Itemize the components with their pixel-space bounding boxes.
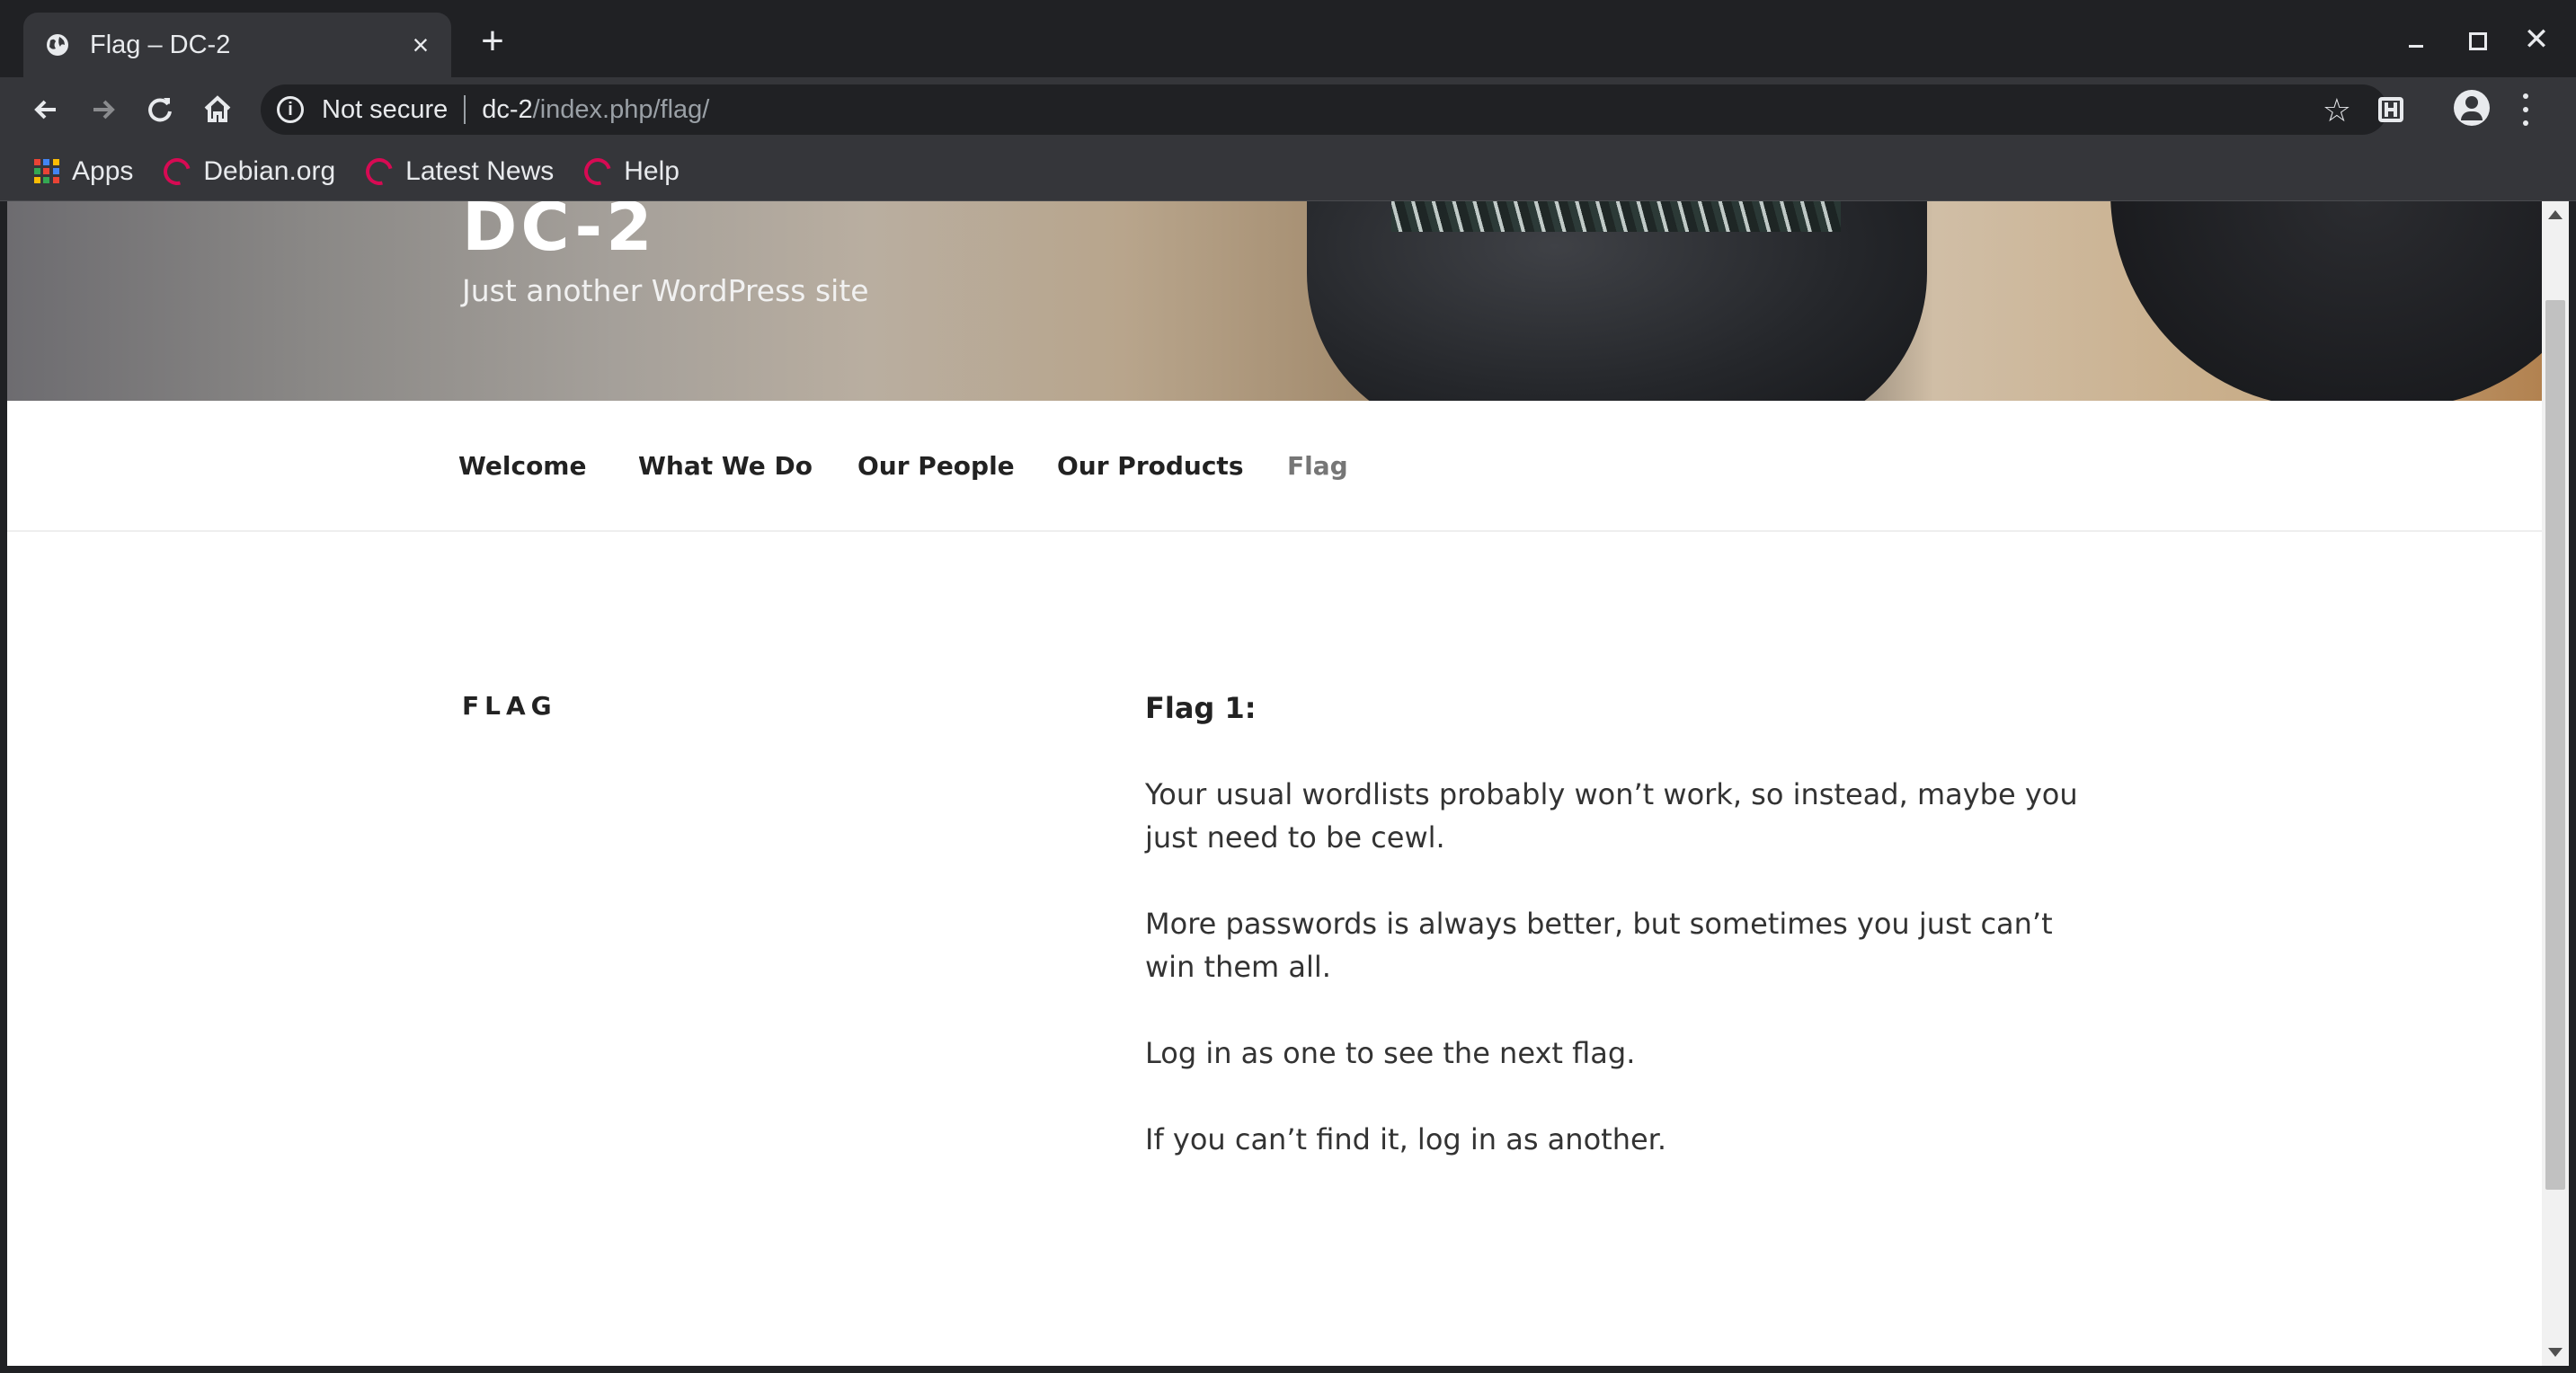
page-title: FLAG (462, 691, 557, 721)
window-close-button[interactable]: ✕ (2509, 18, 2563, 63)
header-pot-decoration (1307, 201, 1927, 435)
new-tab-button[interactable]: + (473, 22, 512, 63)
browser-titlebar: Flag – DC-2 × + ✕ (0, 0, 2576, 77)
scroll-down-icon[interactable] (2548, 1348, 2563, 1357)
content-paragraph: Log in as one to see the next flag. (1145, 1036, 1636, 1070)
bookmark-label: Latest News (405, 155, 555, 186)
minimize-button[interactable] (2389, 18, 2443, 63)
bookmark-label: Apps (72, 155, 134, 186)
window-bottom-edge (0, 1366, 2576, 1373)
bookmark-debian[interactable]: Debian.org (158, 153, 336, 190)
scrollbar-thumb[interactable] (2545, 300, 2565, 1190)
profile-icon[interactable] (2454, 90, 2490, 126)
content-paragraph: If you can’t find it, log in as another. (1145, 1122, 1667, 1156)
content-paragraph: More passwords is always better, but som… (1145, 907, 2053, 984)
header-pot-decoration (2110, 201, 2542, 408)
site-title[interactable]: DC-2 (462, 201, 656, 266)
nav-item-what-we-do[interactable]: What We Do (638, 451, 813, 481)
tab-close-icon[interactable]: × (403, 29, 439, 62)
nav-item-our-products[interactable]: Our Products (1057, 451, 1243, 481)
content-paragraph: Your usual wordlists probably won’t work… (1145, 777, 2078, 855)
back-icon[interactable] (27, 90, 67, 129)
browser-toolbar: i Not secure dc-2/index.php/flag/ ☆ (0, 77, 2576, 142)
url-path: /index.php/flag/ (532, 94, 710, 124)
debian-icon (579, 153, 617, 190)
page-viewport: DC-2 Just another WordPress site Welcome… (7, 201, 2542, 1366)
page-scrollbar[interactable] (2542, 201, 2569, 1366)
nav-item-flag[interactable]: Flag (1287, 451, 1348, 481)
header-plant-decoration (1391, 201, 1841, 232)
forward-icon[interactable] (83, 90, 122, 129)
apps-grid-icon (34, 158, 59, 184)
home-icon[interactable] (198, 90, 237, 129)
browser-tab[interactable]: Flag – DC-2 × (23, 13, 451, 77)
bookmark-label: Debian.org (203, 155, 336, 186)
debian-icon (158, 153, 196, 190)
url-host: dc-2 (482, 94, 533, 124)
page-content: Flag 1: Your usual wordlists probably wo… (1145, 686, 2098, 1204)
bookmark-apps[interactable]: Apps (34, 156, 133, 187)
header-image: DC-2 Just another WordPress site (7, 201, 2542, 435)
bookmarks-bar: Apps Debian.org Latest News Help (0, 142, 2576, 201)
address-separator (464, 95, 466, 124)
extension-icon[interactable] (2373, 92, 2409, 128)
maximize-button[interactable] (2449, 18, 2503, 63)
menu-icon[interactable] (2517, 90, 2535, 129)
tab-title: Flag – DC-2 (90, 30, 231, 59)
site-description: Just another WordPress site (462, 273, 869, 308)
reload-icon[interactable] (140, 90, 180, 129)
info-icon[interactable]: i (277, 96, 304, 123)
address-bar[interactable]: i Not secure dc-2/index.php/flag/ ☆ (261, 84, 2387, 135)
security-label: Not secure (322, 94, 449, 124)
scroll-up-icon[interactable] (2548, 210, 2563, 219)
bookmark-help[interactable]: Help (579, 153, 680, 190)
flag-heading: Flag 1: (1145, 691, 1257, 725)
site-navigation: Welcome What We Do Our People Our Produc… (7, 401, 2542, 532)
nav-item-our-people[interactable]: Our People (857, 451, 1015, 481)
debian-icon (360, 153, 398, 190)
globe-icon (47, 34, 68, 56)
bookmark-star-icon[interactable]: ☆ (2323, 92, 2351, 129)
bookmark-latest-news[interactable]: Latest News (360, 153, 555, 190)
bookmark-label: Help (624, 155, 680, 186)
nav-item-welcome[interactable]: Welcome (458, 451, 586, 481)
